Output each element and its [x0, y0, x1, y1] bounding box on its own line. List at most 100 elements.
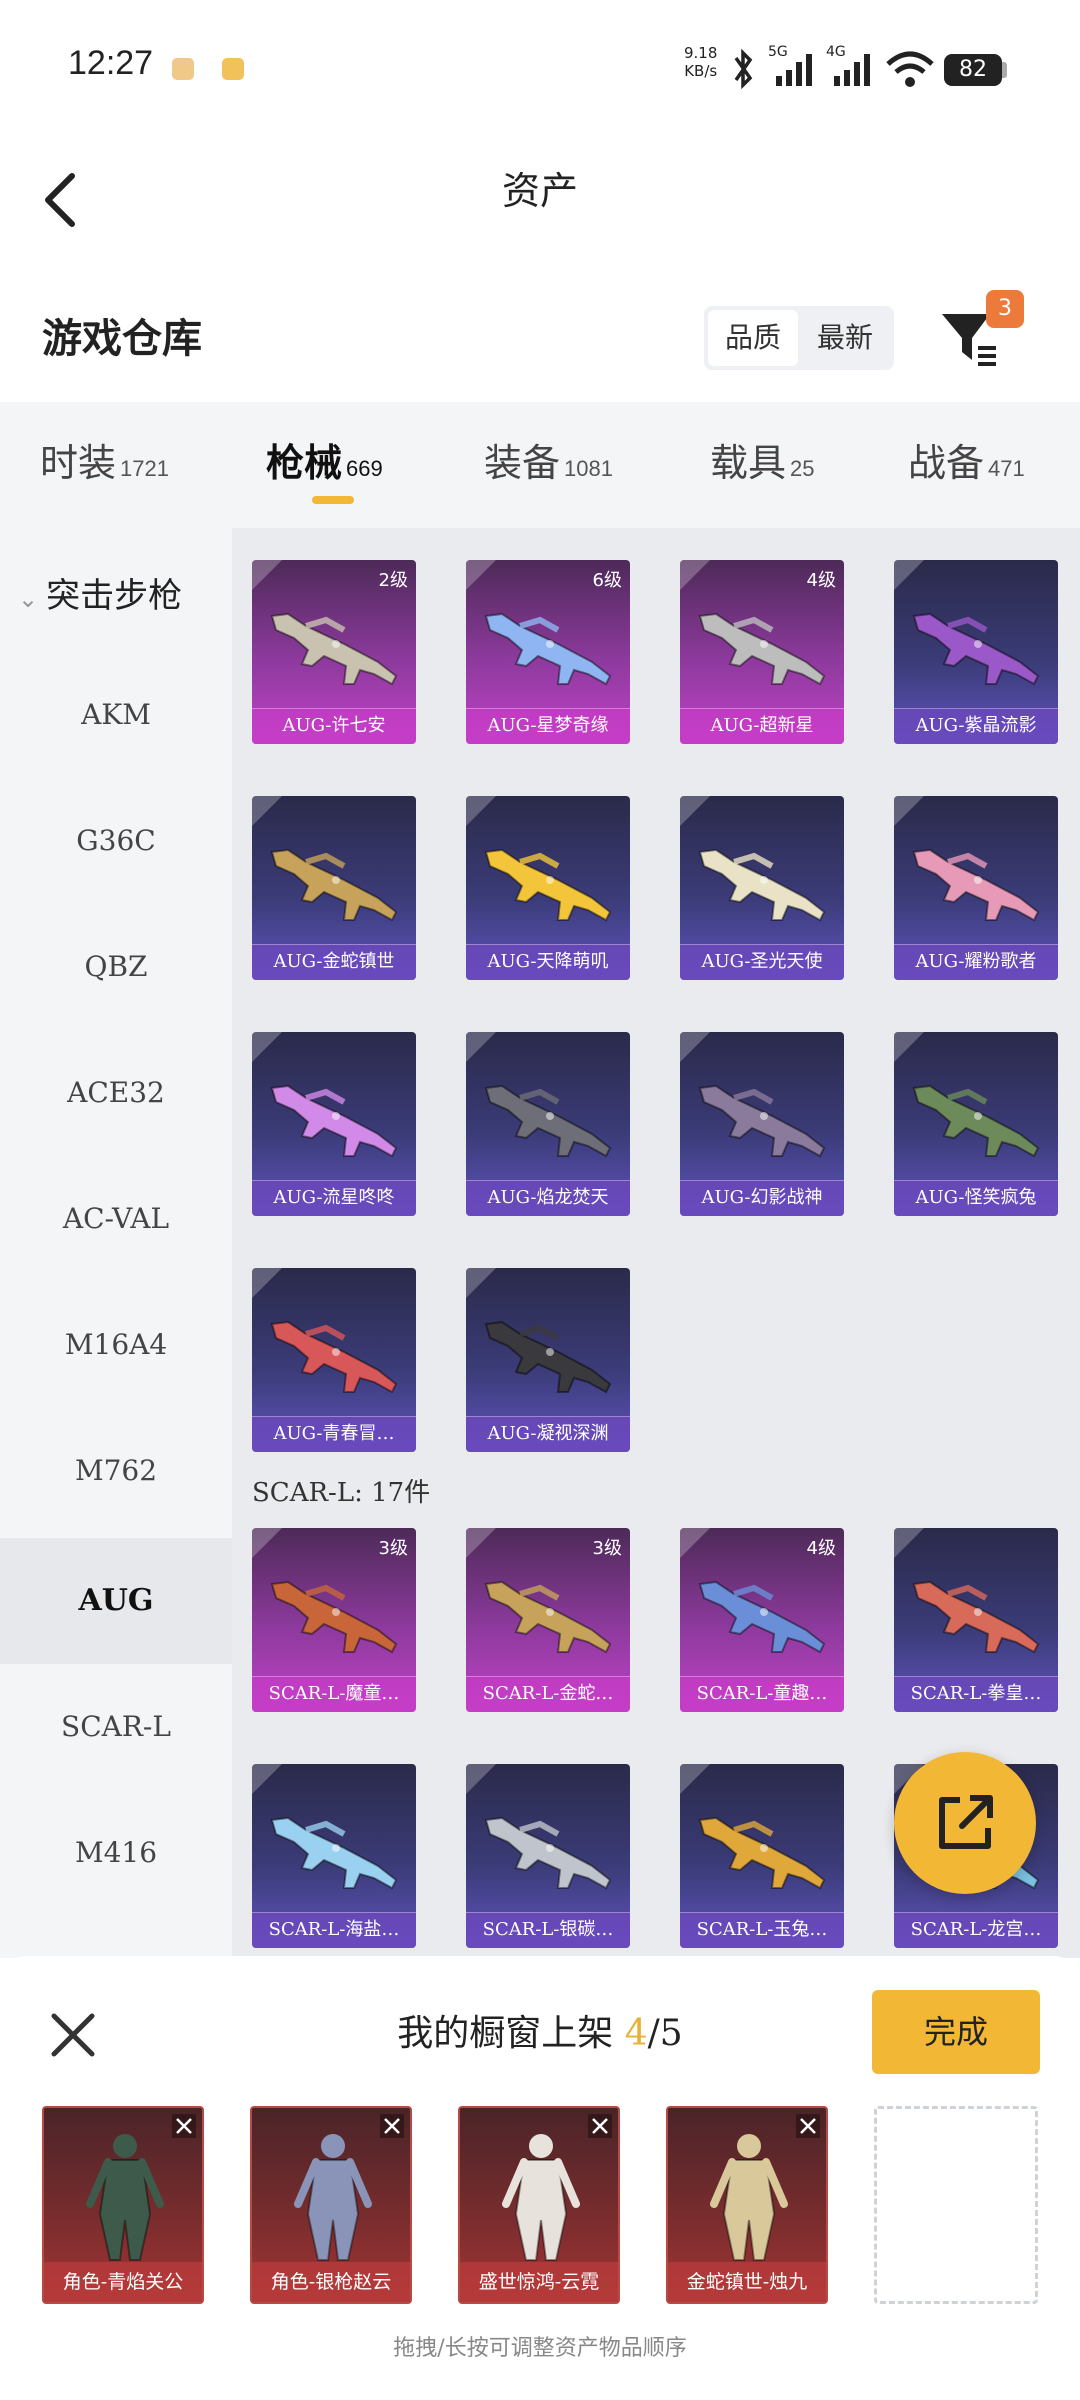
- weapon-skin-card[interactable]: AUG-金蛇镇世: [252, 796, 416, 980]
- tab-equipment[interactable]: 装备 1081: [484, 432, 613, 487]
- sidebar-item-ac-val[interactable]: AC-VAL: [0, 1156, 232, 1282]
- weapon-skin-card[interactable]: AUG-圣光天使: [680, 796, 844, 980]
- tab-label: 时装: [40, 441, 117, 485]
- tab-firearms[interactable]: 枪械 669: [266, 432, 383, 487]
- weapon-skin-card[interactable]: AUG-耀粉歌者: [894, 796, 1058, 980]
- level-label: 2级: [378, 570, 408, 591]
- weapon-skin-image: [484, 848, 612, 922]
- weapon-skin-card[interactable]: AUG-流星咚咚: [252, 1032, 416, 1216]
- done-button[interactable]: 完成: [872, 1990, 1040, 2074]
- tab-count: 669: [346, 456, 383, 481]
- skin-name: AUG-耀粉歌者: [915, 951, 1037, 972]
- skin-name: AUG-怪笑疯兔: [915, 1187, 1037, 1208]
- share-button[interactable]: [894, 1752, 1036, 1894]
- weapon-skin-image: [698, 1580, 826, 1654]
- skin-name: SCAR-L-玉兔…: [696, 1919, 828, 1940]
- level-label: 4级: [806, 1538, 836, 1559]
- weapon-sidebar: ⌄ 突击步枪 AKM G36C QBZ ACE32 AC-VAL M16A4 M7…: [0, 528, 232, 1958]
- level-label: 6级: [592, 570, 622, 591]
- scar-section-label: SCAR-L: 17件: [252, 1478, 431, 1508]
- showcase-slot[interactable]: 盛世惊鸿-云霓: [458, 2106, 620, 2304]
- skin-name: SCAR-L-金蛇…: [482, 1683, 614, 1704]
- tab-combat-gear[interactable]: 战备 471: [908, 432, 1025, 487]
- weapon-skin-card[interactable]: AUG-怪笑疯兔: [894, 1032, 1058, 1216]
- character-figure-image: [502, 2134, 580, 2261]
- network-rate: 9.18 KB/s: [684, 44, 717, 80]
- skin-name: AUG-圣光天使: [701, 951, 823, 972]
- tab-count: 25: [790, 456, 815, 481]
- skin-name: AUG-许七安: [282, 715, 386, 736]
- weapon-skin-card[interactable]: 3级 SCAR-L-金蛇…: [466, 1528, 630, 1712]
- skin-name: AUG-青春冒…: [273, 1423, 395, 1444]
- weapon-skin-image: [270, 612, 398, 686]
- skin-name: SCAR-L-童趣…: [696, 1683, 828, 1704]
- sidebar-item-ace32[interactable]: ACE32: [0, 1030, 232, 1156]
- remove-icon[interactable]: [380, 2114, 404, 2138]
- remove-icon[interactable]: [588, 2114, 612, 2138]
- weapon-skin-card[interactable]: AUG-焰龙焚天: [466, 1032, 630, 1216]
- remove-icon[interactable]: [796, 2114, 820, 2138]
- tab-label: 装备: [484, 441, 561, 485]
- character-figure-image: [86, 2134, 164, 2261]
- showcase-slot[interactable]: 角色-青焰关公: [42, 2106, 204, 2304]
- sort-quality-button[interactable]: 品质: [708, 310, 798, 366]
- sidebar-item-scar-l[interactable]: SCAR-L: [0, 1664, 232, 1790]
- sidebar-item-qbz[interactable]: QBZ: [0, 904, 232, 1030]
- skin-name: SCAR-L-海盐…: [268, 1919, 400, 1940]
- filter-count-badge: 3: [986, 290, 1024, 328]
- weapon-skin-card[interactable]: SCAR-L-海盐…: [252, 1764, 416, 1948]
- level-label: 3级: [592, 1538, 622, 1559]
- weapon-skin-card[interactable]: 2级 AUG-许七安: [252, 560, 416, 744]
- weapon-skin-image: [698, 1816, 826, 1890]
- weapon-skin-image: [698, 612, 826, 686]
- bluetooth-icon: [734, 48, 753, 90]
- app-notification-icon: [222, 58, 244, 80]
- sort-newest-button[interactable]: 最新: [800, 310, 890, 366]
- showcase-slot[interactable]: 金蛇镇世-烛九: [666, 2106, 828, 2304]
- drag-hint: 拖拽/长按可调整资产物品顺序: [393, 2336, 687, 2361]
- weapon-skin-card[interactable]: AUG-幻影战神: [680, 1032, 844, 1216]
- weapon-skin-image: [270, 1320, 398, 1394]
- skin-name: AUG-凝视深渊: [487, 1423, 609, 1444]
- weapon-skin-image: [484, 1816, 612, 1890]
- weapon-skin-card[interactable]: SCAR-L-玉兔…: [680, 1764, 844, 1948]
- weapon-skin-image: [270, 1084, 398, 1158]
- weapon-skin-card[interactable]: AUG-紫晶流影: [894, 560, 1058, 744]
- skin-name: AUG-幻影战神: [701, 1187, 823, 1208]
- skin-grid: 2级 AUG-许七安 6级 AUG-星梦奇缘 4级 AUG-超新星 AUG-紫晶流影 AUG-…: [232, 528, 1080, 1958]
- sidebar-item-aug[interactable]: AUG: [0, 1538, 232, 1664]
- weapon-skin-card[interactable]: 4级 SCAR-L-童趣…: [680, 1528, 844, 1712]
- weapon-skin-card[interactable]: SCAR-L-银碳…: [466, 1764, 630, 1948]
- weapon-skin-card[interactable]: 6级 AUG-星梦奇缘: [466, 560, 630, 744]
- showcase-total: /5: [647, 2013, 683, 2054]
- remove-icon[interactable]: [172, 2114, 196, 2138]
- weapon-skin-card[interactable]: SCAR-L-拳皇…: [894, 1528, 1058, 1712]
- weapon-skin-card[interactable]: 4级 AUG-超新星: [680, 560, 844, 744]
- sidebar-item-g36c[interactable]: G36C: [0, 778, 232, 904]
- battery-tip: [1002, 62, 1007, 78]
- sort-toggle: 品质 最新: [704, 306, 894, 370]
- weapon-skin-card[interactable]: AUG-凝视深渊: [466, 1268, 630, 1452]
- sidebar-category[interactable]: ⌄ 突击步枪: [18, 568, 182, 617]
- tab-fashion[interactable]: 时装 1721: [40, 432, 169, 487]
- sidebar-item-akm[interactable]: AKM: [0, 652, 232, 778]
- sidebar-item-m16a4[interactable]: M16A4: [0, 1282, 232, 1408]
- character-figure-image: [710, 2134, 788, 2261]
- weapon-skin-image: [270, 848, 398, 922]
- weapon-skin-image: [912, 1580, 1040, 1654]
- weapon-skin-image: [484, 1320, 612, 1394]
- tab-vehicles[interactable]: 载具 25: [710, 432, 815, 487]
- sidebar-category-label: 突击步枪: [46, 576, 183, 616]
- status-bar: 12:27 9.18 KB/s 5G 4G 82: [0, 0, 1080, 140]
- status-time: 12:27: [68, 44, 154, 82]
- tab-label: 载具: [710, 441, 787, 485]
- battery-indicator: 82: [944, 54, 1002, 86]
- empty-showcase-slot[interactable]: [874, 2106, 1038, 2304]
- showcase-slot[interactable]: 角色-银枪赵云: [250, 2106, 412, 2304]
- weapon-skin-card[interactable]: 3级 SCAR-L-魔童…: [252, 1528, 416, 1712]
- skin-name: SCAR-L-龙宫…: [910, 1919, 1042, 1940]
- weapon-skin-card[interactable]: AUG-青春冒…: [252, 1268, 416, 1452]
- sidebar-item-m416[interactable]: M416: [0, 1790, 232, 1916]
- sidebar-item-m762[interactable]: M762: [0, 1408, 232, 1534]
- weapon-skin-card[interactable]: AUG-天降萌叽: [466, 796, 630, 980]
